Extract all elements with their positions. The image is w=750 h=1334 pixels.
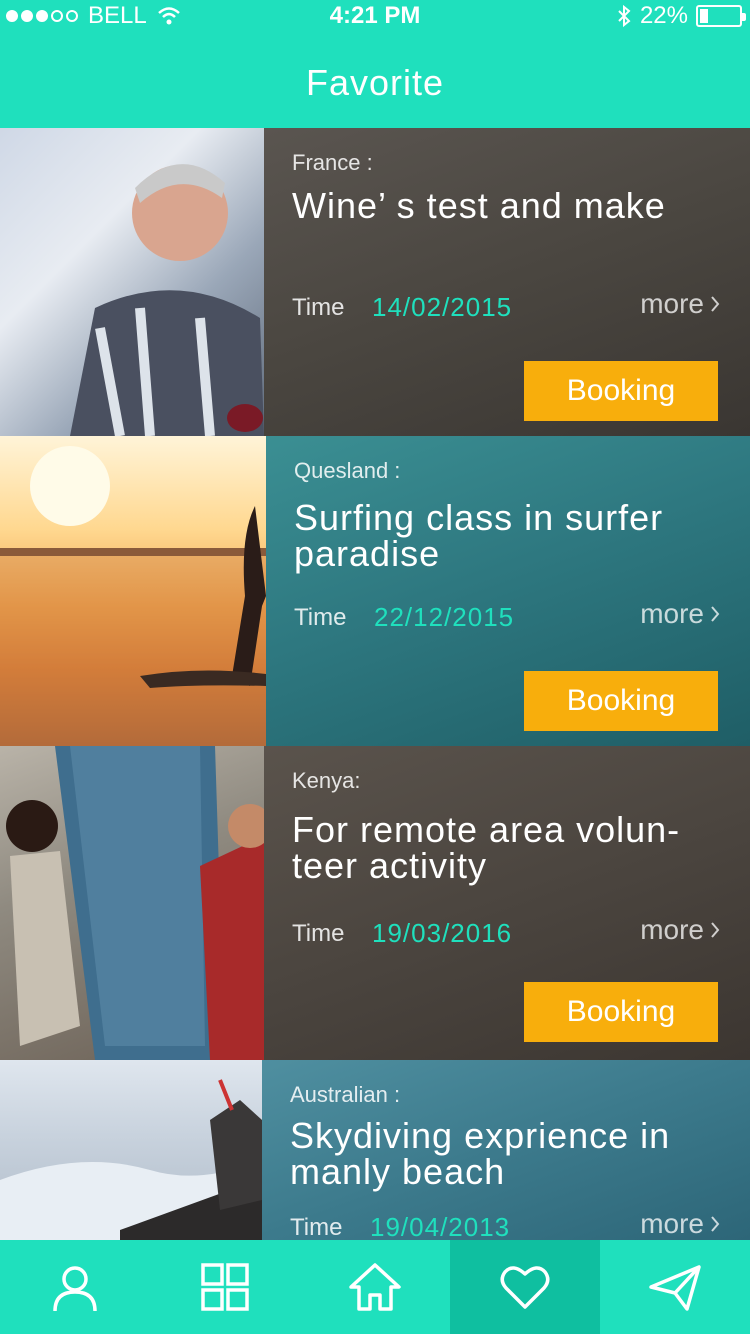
skydiver-illustration — [0, 1079, 262, 1240]
tab-home[interactable] — [300, 1240, 450, 1334]
favorite-card-wine[interactable]: France : Wine’ s test and make Time 14/0… — [0, 128, 750, 436]
battery-percentage: 22% — [639, 2, 688, 29]
tab-send[interactable] — [600, 1240, 750, 1334]
battery-tip — [742, 13, 746, 21]
more-link[interactable]: more — [640, 598, 720, 630]
more-label: more — [640, 598, 704, 629]
card-panel: Quesland : Surfing class in surfer parad… — [266, 436, 750, 746]
home-icon — [349, 1263, 401, 1311]
page-title: Favorite — [305, 62, 445, 103]
chevron-right-icon — [711, 1216, 720, 1232]
card-title: Surfing class in surfer paradise — [294, 497, 664, 574]
card-panel: Australian : Skydiving exprience in manl… — [262, 1060, 750, 1240]
card-location: Australian : — [290, 1082, 401, 1107]
more-label: more — [640, 288, 704, 319]
heart-icon — [500, 1266, 550, 1309]
card-photo-surfer — [0, 436, 266, 746]
more-link[interactable]: more — [640, 914, 720, 946]
favorite-card-kenya[interactable]: Kenya: For remote area volun-teer activi… — [0, 746, 750, 1060]
chevron-right-icon — [711, 922, 720, 938]
volunteer-illustration — [6, 746, 272, 1060]
tab-favorite[interactable] — [450, 1240, 600, 1334]
booking-button[interactable]: Booking — [524, 361, 718, 421]
chevron-right-icon — [711, 296, 720, 312]
winemaker-illustration — [70, 164, 264, 436]
more-link[interactable]: more — [640, 288, 720, 320]
user-icon — [53, 1266, 97, 1312]
card-title: For remote area volun-teer activity — [292, 809, 681, 886]
card-panel: France : Wine’ s test and make Time 14/0… — [264, 128, 750, 436]
card-time-label: Time — [292, 920, 345, 947]
card-panel: Kenya: For remote area volun-teer activi… — [264, 746, 750, 1060]
status-bar: BELL 4:21 PM 22% — [0, 0, 750, 30]
tab-bar — [0, 1240, 750, 1334]
bluetooth-icon — [618, 4, 631, 28]
card-time-label: Time — [294, 604, 347, 631]
card-photo-winemaker — [0, 128, 264, 436]
card-photo-skydiver — [0, 1060, 262, 1240]
card-location: Quesland : — [294, 458, 401, 483]
tab-categories[interactable] — [150, 1240, 300, 1334]
send-icon — [649, 1265, 701, 1311]
more-label: more — [640, 914, 704, 945]
card-title: Wine’ s test and make — [292, 185, 666, 226]
status-right: 22% — [616, 2, 746, 30]
header: BELL 4:21 PM 22% Favorite — [0, 0, 750, 128]
card-location: France : — [292, 150, 373, 175]
more-label: more — [640, 1208, 704, 1239]
more-link[interactable]: more — [640, 1208, 720, 1240]
card-time-label: Time — [292, 294, 345, 321]
card-title: Skydiving exprience in manly beach — [290, 1115, 671, 1192]
card-date: 19/04/2013 — [370, 1212, 511, 1240]
chevron-right-icon — [711, 606, 720, 622]
booking-button[interactable]: Booking — [524, 982, 718, 1042]
card-photo-volunteer — [0, 746, 272, 1060]
favorite-card-skydiving[interactable]: Australian : Skydiving exprience in manl… — [0, 1060, 750, 1240]
card-date: 19/03/2016 — [372, 918, 513, 948]
card-time-label: Time — [290, 1214, 343, 1240]
card-date: 14/02/2015 — [372, 292, 513, 322]
surfer-illustration — [0, 446, 266, 746]
card-date: 22/12/2015 — [374, 602, 515, 632]
battery-fill — [700, 9, 708, 23]
tab-profile[interactable] — [0, 1240, 150, 1334]
grid-icon — [201, 1263, 249, 1311]
card-location: Kenya: — [292, 768, 361, 793]
favorite-card-surfing[interactable]: Quesland : Surfing class in surfer parad… — [0, 436, 750, 746]
booking-button[interactable]: Booking — [524, 671, 718, 731]
battery-icon — [696, 5, 746, 27]
